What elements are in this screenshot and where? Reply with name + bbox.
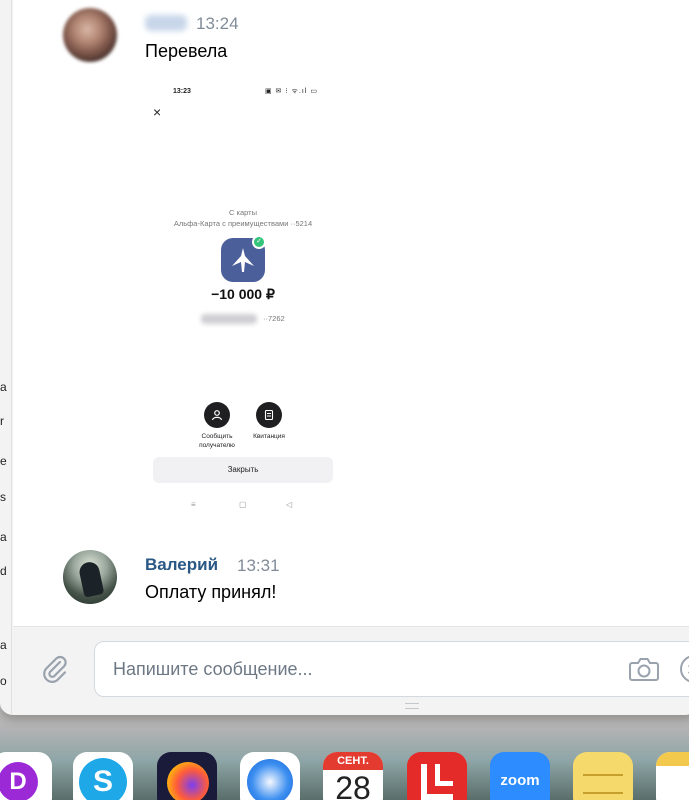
recipient-card: ··7262: [263, 314, 285, 323]
author-name[interactable]: Валерий: [145, 555, 218, 575]
messenger-window: a r e s a d a o 13:24 Перевела 13:23 ▣ ✉…: [0, 0, 689, 715]
sidebar-edge: a r e s a d a o: [0, 0, 12, 715]
stickies-icon[interactable]: [573, 752, 633, 800]
edge-char: a: [0, 530, 7, 544]
menu-icon: ≡: [191, 500, 196, 509]
emoji-icon[interactable]: [679, 654, 689, 684]
firefox-logo: [167, 762, 209, 800]
zoom-label: zoom: [500, 772, 540, 789]
receipt-label: Квитанция: [253, 433, 285, 440]
status-icons: ▣ ✉ ⁝ ᯤ.ıl ▭: [265, 88, 318, 95]
receipt-icon: [256, 402, 282, 428]
message-time: 13:31: [237, 556, 280, 575]
close-button: Закрыть: [153, 457, 333, 483]
message-composer: [13, 626, 689, 715]
safari-compass: [247, 759, 293, 800]
edge-char: r: [0, 414, 4, 428]
skype-letter: S: [79, 758, 127, 800]
message-text: Оплату принял!: [145, 582, 277, 602]
from-card-label: С карты: [229, 208, 257, 217]
home-icon: ▢: [239, 500, 247, 509]
edge-char: a: [0, 380, 7, 394]
back-icon: ◁: [286, 500, 293, 509]
attached-screenshot[interactable]: 13:23 ▣ ✉ ⁝ ᯤ.ıl ▭ × С карты Альфа-Карта…: [131, 80, 355, 520]
check-icon: ✓: [252, 235, 266, 249]
transfer-amount: −10 000 ₽: [211, 286, 275, 302]
avatar-figure: [77, 560, 105, 598]
notes-icon[interactable]: [656, 752, 689, 800]
app-letter: D: [0, 762, 38, 800]
calendar-day: 28: [335, 770, 371, 800]
safari-icon[interactable]: [240, 752, 300, 800]
notes-header: [656, 752, 689, 766]
calendar-month: СЕНТ.: [323, 752, 383, 770]
avatar[interactable]: [63, 8, 117, 62]
skype-icon[interactable]: S: [73, 752, 133, 800]
person-icon: [204, 402, 230, 428]
message-input[interactable]: [94, 641, 689, 697]
edge-char: o: [0, 674, 7, 688]
chat-history[interactable]: 13:24 Перевела 13:23 ▣ ✉ ⁝ ᯤ.ıl ▭ × С ка…: [13, 0, 689, 626]
card-name: Альфа-Карта с преимуществами ··5214: [173, 219, 313, 228]
message-text: Перевела: [145, 41, 228, 61]
firefox-icon[interactable]: [157, 752, 217, 800]
message-time: 13:24: [196, 14, 239, 33]
author-name-redacted[interactable]: [145, 15, 187, 31]
status-time: 13:23: [173, 88, 191, 95]
calendar-icon[interactable]: СЕНТ. 28: [323, 752, 383, 800]
note-lines: [583, 774, 623, 794]
notify-recipient-label: Сообщить получателю: [199, 433, 235, 449]
edge-char: s: [0, 490, 6, 504]
edge-char: a: [0, 638, 7, 652]
red-app-icon[interactable]: [407, 752, 467, 800]
camera-icon[interactable]: [628, 655, 660, 683]
edge-char: e: [0, 454, 7, 468]
dock-app-icon[interactable]: D: [0, 752, 52, 800]
zoom-icon[interactable]: zoom: [490, 752, 550, 800]
avatar[interactable]: [63, 550, 117, 604]
recipient-redacted: [201, 314, 257, 324]
app-glyph: [435, 764, 453, 786]
edge-char: d: [0, 564, 7, 578]
close-icon: ×: [153, 104, 162, 120]
resize-handle[interactable]: [405, 703, 419, 709]
paperclip-icon[interactable]: [39, 653, 71, 685]
